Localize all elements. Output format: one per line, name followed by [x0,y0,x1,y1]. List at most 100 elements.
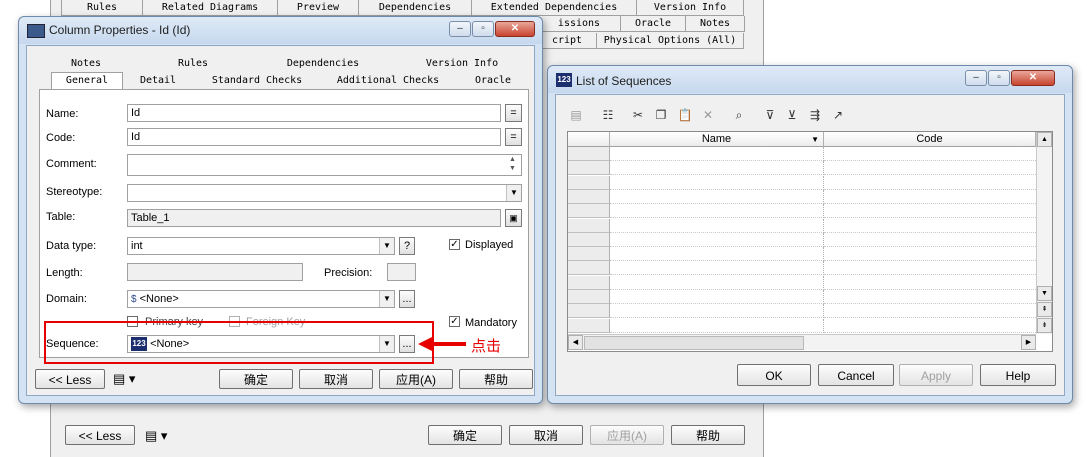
tab-dependencies[interactable]: Dependencies [267,56,379,72]
table-row[interactable] [568,275,1036,290]
clear-filter-icon[interactable]: ⊻ [784,107,800,123]
comment-spin-icon[interactable]: ▲ ▼ [509,155,516,173]
table-row[interactable] [568,318,1036,333]
bg-tab-permissions[interactable]: issions [537,16,621,32]
scroll-right-icon[interactable]: ▶ [1021,335,1036,350]
displayed-checkbox[interactable]: ✓ [449,239,460,250]
cell-code[interactable] [824,204,1036,219]
maximize-icon[interactable]: ▫ [988,70,1010,86]
bg-less-button[interactable]: << Less [65,425,135,445]
minimize-icon[interactable]: – [965,70,987,86]
seq-help-button[interactable]: Help [980,364,1056,386]
seq-ok-button[interactable]: OK [737,364,811,386]
cell-code[interactable] [824,176,1036,190]
scroll-up-icon[interactable]: ▲ [1037,132,1052,147]
bg-properties-menu-icon[interactable]: ▤ ▾ [145,428,167,444]
close-icon[interactable]: ✕ [1011,70,1055,86]
bg-ok-button[interactable]: 确定 [428,425,502,445]
seq-cancel-button[interactable]: Cancel [818,364,894,386]
cell-name[interactable] [610,247,824,262]
cell-code[interactable] [824,161,1036,176]
cell-code[interactable] [824,247,1036,262]
row-header[interactable] [568,247,610,262]
add-row-icon[interactable]: ☷ [600,107,616,123]
bg-cancel-button[interactable]: 取消 [509,425,583,445]
cell-code[interactable] [824,261,1036,276]
cell-code[interactable] [824,304,1036,319]
chevron-down-icon[interactable]: ▼ [506,185,521,201]
tab-general[interactable]: General [51,72,123,89]
customize-columns-icon[interactable]: ⇶ [807,107,823,123]
table-row[interactable] [568,204,1036,219]
tab-standard-checks[interactable]: Standard Checks [195,73,319,89]
chevron-down-icon[interactable]: ▼ [379,238,394,254]
row-header[interactable] [568,147,610,161]
vertical-scrollbar[interactable]: ▲ ▼ ⇞ ⇟ [1036,132,1052,334]
table-row[interactable] [568,175,1036,190]
cell-name[interactable] [610,175,824,190]
table-row[interactable] [568,189,1036,204]
row-header[interactable] [568,189,610,204]
cell-code[interactable] [824,319,1036,333]
tab-oracle[interactable]: Oracle [457,73,529,89]
row-header[interactable] [568,204,610,219]
row-header[interactable] [568,318,610,333]
tab-detail[interactable]: Detail [123,73,193,89]
paste-icon[interactable]: 📋 [677,107,693,123]
table-properties-icon[interactable]: ▣ [505,209,522,227]
table-row[interactable] [568,147,1036,161]
cell-name[interactable] [610,218,824,233]
comment-input[interactable] [127,154,522,176]
copy-icon[interactable]: ❐ [653,107,669,123]
tab-additional-checks[interactable]: Additional Checks [321,73,455,89]
scroll-left-icon[interactable]: ◀ [568,335,583,350]
cell-name[interactable] [610,189,824,204]
chevron-down-icon[interactable]: ▼ [379,291,394,307]
help-button[interactable]: 帮助 [459,369,533,389]
bg-tab-rules[interactable]: Rules [61,0,143,16]
cell-name[interactable] [610,261,824,276]
table-row[interactable] [568,247,1036,262]
bg-apply-button[interactable]: 应用(A) [590,425,664,445]
row-header[interactable] [568,161,610,176]
datatype-help-button[interactable]: ? [399,237,415,255]
filter-icon[interactable]: ⊽ [762,107,778,123]
cancel-button[interactable]: 取消 [299,369,373,389]
tab-notes[interactable]: Notes [51,56,121,72]
bg-tab-related-diagrams[interactable]: Related Diagrams [142,0,278,16]
maximize-icon[interactable]: ▫ [472,21,494,37]
row-header[interactable] [568,304,610,319]
cell-name[interactable] [610,232,824,247]
cut-icon[interactable]: ✂ [630,107,646,123]
cell-code[interactable] [824,233,1036,247]
column-header-name[interactable]: Name ▼ [610,132,824,147]
close-icon[interactable]: ✕ [495,21,535,37]
row-header[interactable] [568,218,610,233]
bg-tab-physical-options[interactable]: Physical Options (All) [596,33,744,49]
bg-tab-preview[interactable]: Preview [277,0,359,16]
table-row[interactable] [568,218,1036,233]
bg-tab-script[interactable]: cript [537,33,597,49]
horizontal-scrollbar[interactable]: ◀ ▶ [568,334,1036,350]
cell-code[interactable] [824,147,1036,161]
row-header[interactable] [568,275,610,290]
row-header[interactable] [568,175,610,190]
scroll-down-icon[interactable]: ▼ [1037,286,1052,301]
export-icon[interactable]: ↗ [830,107,846,123]
datatype-select[interactable]: int ▼ [127,237,395,255]
cell-code[interactable] [824,219,1036,233]
find-icon[interactable]: ⌕ [731,107,747,123]
row-header[interactable] [568,232,610,247]
sequence-dialog-titlebar[interactable]: 123 List of Sequences – ▫ ✕ [548,66,1072,93]
cell-name[interactable] [610,161,824,176]
chevron-down-icon[interactable]: ▼ [811,132,819,147]
properties-menu-icon[interactable]: ▤ ▾ [113,371,135,387]
tab-rules[interactable]: Rules [145,56,241,72]
table-row[interactable] [568,290,1036,304]
scroll-last-icon[interactable]: ⇟ [1037,318,1052,333]
name-code-sync-button[interactable]: = [505,104,522,122]
bg-tab-extended-dependencies[interactable]: Extended Dependencies [471,0,637,16]
code-sync-button[interactable]: = [505,128,522,146]
cell-name[interactable] [610,204,824,219]
column-dialog-titlebar[interactable]: Column Properties - Id (Id) – ▫ ✕ [19,17,542,44]
